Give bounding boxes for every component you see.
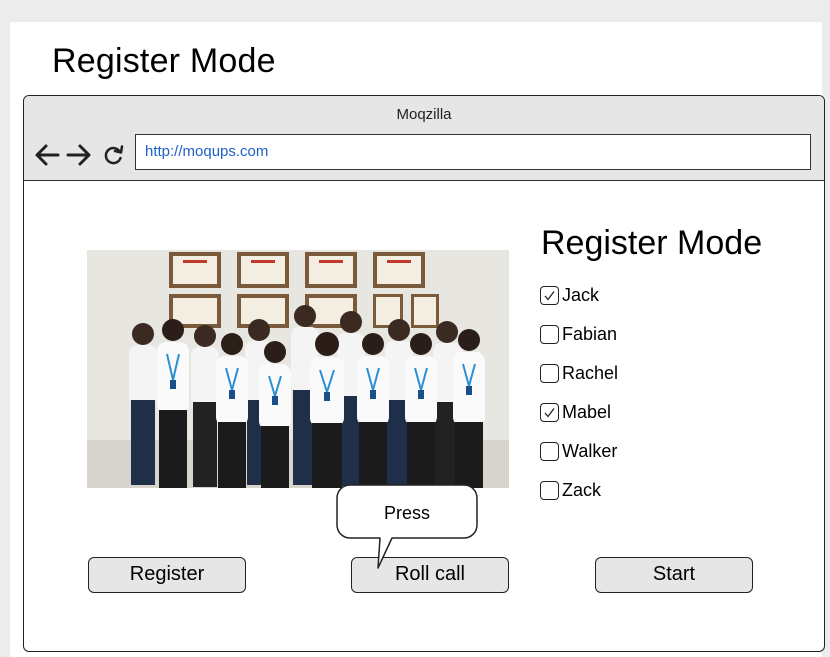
checkmark-icon	[544, 291, 555, 301]
student-checkbox[interactable]	[540, 364, 559, 383]
arrow-left-icon[interactable]	[34, 143, 60, 167]
student-item-mabel[interactable]: Mabel	[540, 403, 618, 442]
press-callout: Press	[336, 484, 486, 574]
student-checkbox[interactable]	[540, 286, 559, 305]
app-content: Register Mode Jack Fabian Rachel Mabel W…	[24, 182, 824, 651]
arrow-right-icon[interactable]	[66, 143, 92, 167]
student-item-zack[interactable]: Zack	[540, 481, 618, 520]
browser-chrome: Moqzilla http://moqups.com	[24, 96, 824, 181]
student-label: Fabian	[562, 324, 618, 344]
start-button[interactable]: Start	[595, 557, 753, 593]
url-bar[interactable]: http://moqups.com	[135, 134, 811, 170]
team-photo	[87, 250, 509, 488]
student-label: Mabel	[562, 402, 612, 422]
checkmark-icon	[544, 408, 555, 418]
student-checkbox[interactable]	[540, 481, 559, 500]
student-label: Walker	[562, 441, 618, 461]
panel-title: Register Mode	[541, 224, 763, 262]
student-item-fabian[interactable]: Fabian	[540, 325, 618, 364]
register-button[interactable]: Register	[88, 557, 246, 593]
student-checkbox[interactable]	[540, 403, 559, 422]
student-item-jack[interactable]: Jack	[540, 286, 618, 325]
student-label: Rachel	[562, 363, 619, 383]
student-label: Zack	[562, 480, 602, 500]
student-item-rachel[interactable]: Rachel	[540, 364, 618, 403]
page-title: Register Mode	[52, 42, 276, 80]
student-checklist: Jack Fabian Rachel Mabel Walker Zack	[540, 286, 618, 520]
student-item-walker[interactable]: Walker	[540, 442, 618, 481]
reload-icon[interactable]	[102, 143, 124, 167]
browser-window: Moqzilla http://moqups.com Register Mode…	[23, 95, 825, 652]
page: Register Mode Moqzilla http://moqups.com	[10, 22, 825, 657]
callout-bubble-shape	[336, 484, 478, 569]
student-label: Jack	[562, 285, 600, 305]
student-checkbox[interactable]	[540, 442, 559, 461]
callout-text: Press	[383, 503, 430, 523]
student-checkbox[interactable]	[540, 325, 559, 344]
browser-title: Moqzilla	[396, 106, 452, 123]
